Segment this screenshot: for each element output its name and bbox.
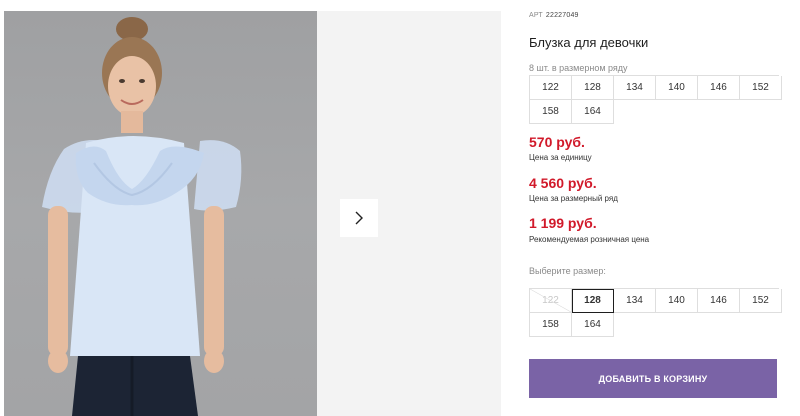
size-row-cell: 122 <box>530 76 572 100</box>
add-to-cart-button[interactable]: ДОБАВИТЬ В КОРЗИНУ <box>529 359 777 398</box>
size-row-cell: 146 <box>698 76 740 100</box>
size-option-158[interactable]: 158 <box>530 313 572 337</box>
retail-price-label: Рекомендуемая розничная цена <box>529 235 650 244</box>
size-row-note: 8 шт. в размерном ряду <box>529 63 628 73</box>
article-label: АРТ <box>529 12 543 19</box>
size-option-164[interactable]: 164 <box>572 313 614 337</box>
size-option-146[interactable]: 146 <box>698 289 740 313</box>
unit-price: 570 руб. <box>529 134 585 150</box>
size-option-128[interactable]: 128 <box>572 289 614 313</box>
row-price: 4 560 руб. <box>529 175 597 191</box>
product-photo-illustration <box>42 17 242 416</box>
size-row-cell: 152 <box>740 76 782 100</box>
retail-price: 1 199 руб. <box>529 215 597 231</box>
size-row-cell: 134 <box>614 76 656 100</box>
size-option-140[interactable]: 140 <box>656 289 698 313</box>
product-info: АРТ 22227049 Блузка для девочки 8 шт. в р… <box>529 0 789 416</box>
size-option-122: 122 <box>530 289 572 313</box>
article-number: АРТ 22227049 <box>529 12 579 19</box>
size-row-cell: 140 <box>656 76 698 100</box>
product-title: Блузка для девочки <box>529 35 649 50</box>
size-option-134[interactable]: 134 <box>614 289 656 313</box>
row-price-label: Цена за размерный ряд <box>529 194 618 203</box>
size-picker-grid: 122 128 134 140 146 152 158 164 <box>529 288 782 337</box>
size-row-cell: 164 <box>572 100 614 124</box>
size-option-152[interactable]: 152 <box>740 289 782 313</box>
next-photo-button[interactable] <box>340 199 378 237</box>
chevron-right-icon <box>355 211 363 225</box>
product-gallery <box>0 0 501 416</box>
size-row-cell: 128 <box>572 76 614 100</box>
size-row-grid: 122 128 134 140 146 152 158 164 <box>529 75 782 124</box>
product-photo[interactable] <box>4 11 317 416</box>
size-row-cell: 158 <box>530 100 572 124</box>
choose-size-label: Выберите размер: <box>529 266 606 276</box>
unit-price-label: Цена за единицу <box>529 153 592 162</box>
article-value: 22227049 <box>545 12 579 19</box>
